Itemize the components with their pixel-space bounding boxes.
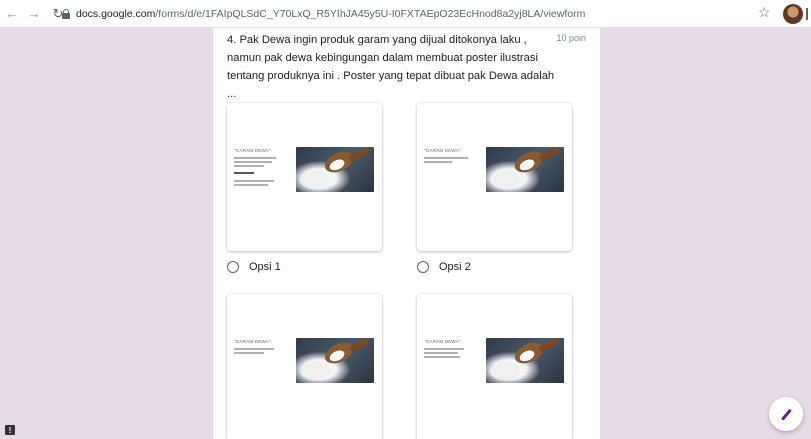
option-label: Opsi 2 <box>439 261 471 273</box>
option-label: Opsi 1 <box>249 261 281 273</box>
salt-photo <box>486 338 564 383</box>
url-host: docs.google.com <box>76 8 156 20</box>
menu-icon[interactable] <box>806 8 809 20</box>
avatar[interactable] <box>783 4 803 24</box>
salt-photo <box>296 147 374 192</box>
poster-2: "GARAM DEWA" <box>424 147 564 192</box>
option-image-3: "GARAM DEWA" <box>227 294 382 439</box>
radio-button[interactable] <box>227 261 239 273</box>
option-image-4: "GARAM DEWA" <box>417 294 572 439</box>
star-icon[interactable]: ☆ <box>758 4 771 21</box>
poster-title: "GARAM DEWA" <box>424 339 461 344</box>
poster-title: "GARAM DEWA" <box>234 148 271 153</box>
question-title: 4. Pak Dewa ingin produk garam yang diju… <box>227 34 555 100</box>
lock-icon <box>62 9 70 19</box>
option-image-2: "GARAM DEWA" <box>417 103 572 251</box>
points-label: 10 poin <box>556 33 586 43</box>
question-card: 4. Pak Dewa ingin produk garam yang diju… <box>213 28 600 439</box>
salt-photo <box>296 338 374 383</box>
option-image-1: "GARAM DEWA" <box>227 103 382 251</box>
poster-4: "GARAM DEWA" <box>424 338 564 383</box>
arrow-left-icon[interactable]: ← <box>4 6 20 22</box>
poster-title: "GARAM DEWA" <box>234 339 271 344</box>
option-1[interactable]: Opsi 1 <box>227 261 281 273</box>
address-bar[interactable]: docs.google.com/forms/d/e/1FAIpQLSdC_Y70… <box>62 6 585 22</box>
poster-title: "GARAM DEWA" <box>424 148 461 153</box>
pencil-icon <box>780 408 792 420</box>
edit-button[interactable] <box>769 397 803 431</box>
arrow-right-icon[interactable]: → <box>26 6 42 22</box>
feedback-icon[interactable]: ! <box>5 425 15 435</box>
salt-photo <box>486 147 564 192</box>
radio-button[interactable] <box>417 261 429 273</box>
poster-3: "GARAM DEWA" <box>234 338 374 383</box>
browser-toolbar: ← → ↻ docs.google.com/forms/d/e/1FAIpQLS… <box>0 0 811 28</box>
poster-1: "GARAM DEWA" <box>234 147 374 192</box>
option-2[interactable]: Opsi 2 <box>417 261 471 273</box>
url-path: /forms/d/e/1FAIpQLSdC_Y70LxQ_R5YIhJA45y5… <box>155 8 586 20</box>
